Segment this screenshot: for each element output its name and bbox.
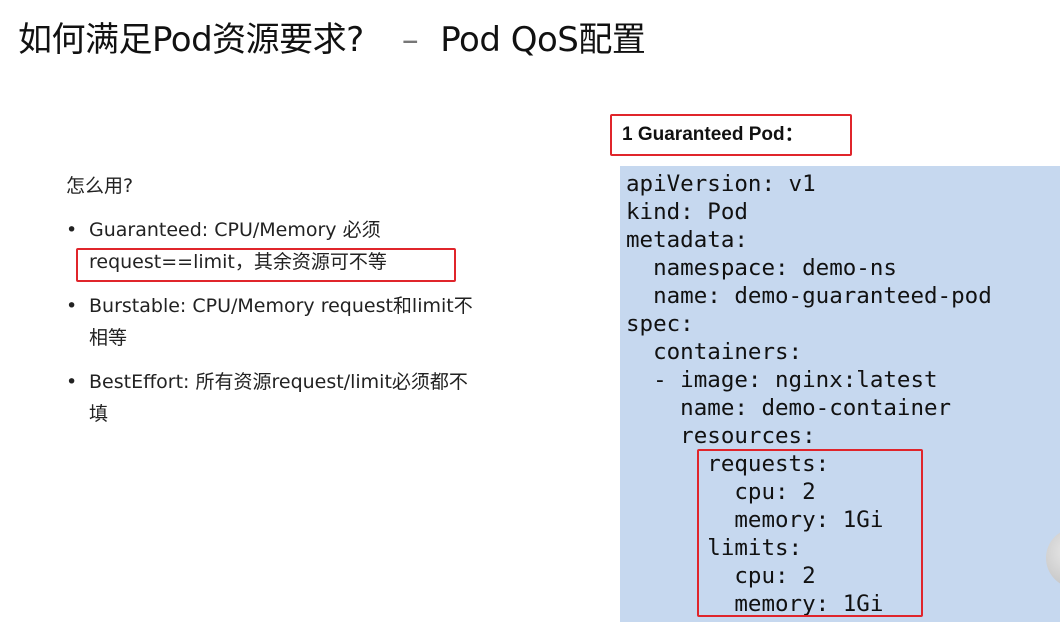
bullet-burstable-line1: Burstable: CPU/Memory request和limit不	[89, 295, 473, 317]
slide-title-sub: Pod QoS配置	[440, 20, 646, 60]
bullet-dot: •	[66, 371, 78, 393]
bullet-besteffort-line2: 填	[89, 403, 109, 425]
resources-highlight-box	[697, 449, 923, 617]
code-line: - image: nginx:latest	[626, 367, 938, 393]
code-line: resources:	[626, 423, 816, 449]
slide-title-main: 如何满足Pod资源要求?	[18, 20, 364, 60]
code-line: namespace: demo-ns	[626, 255, 897, 281]
bullet-besteffort-line1: BestEffort: 所有资源request/limit必须都不	[89, 371, 468, 393]
code-line: apiVersion: v1	[626, 171, 816, 197]
slide-title: 如何满足Pod资源要求? – Pod QoS配置	[18, 14, 646, 66]
title-separator: –	[401, 20, 419, 60]
code-line: containers:	[626, 339, 803, 365]
code-line: spec:	[626, 311, 694, 337]
request-limit-highlight-box	[76, 248, 456, 282]
code-line: kind: Pod	[626, 199, 748, 225]
code-line: name: demo-container	[626, 395, 952, 421]
bullet-burstable-line2: 相等	[89, 327, 128, 349]
bullet-dot: •	[66, 295, 78, 317]
bullet-dot: •	[66, 219, 78, 241]
bullet-burstable: • Burstable: CPU/Memory request和limit不 相…	[66, 290, 566, 354]
bullet-besteffort: • BestEffort: 所有资源request/limit必须都不 填	[66, 366, 566, 430]
code-line: metadata:	[626, 227, 748, 253]
usage-question: 怎么用?	[66, 175, 134, 197]
code-line: name: demo-guaranteed-pod	[626, 283, 992, 309]
bullet-guaranteed-line1: Guaranteed: CPU/Memory 必须	[89, 219, 381, 241]
guaranteed-pod-label: 1 Guaranteed Pod：	[610, 114, 852, 156]
